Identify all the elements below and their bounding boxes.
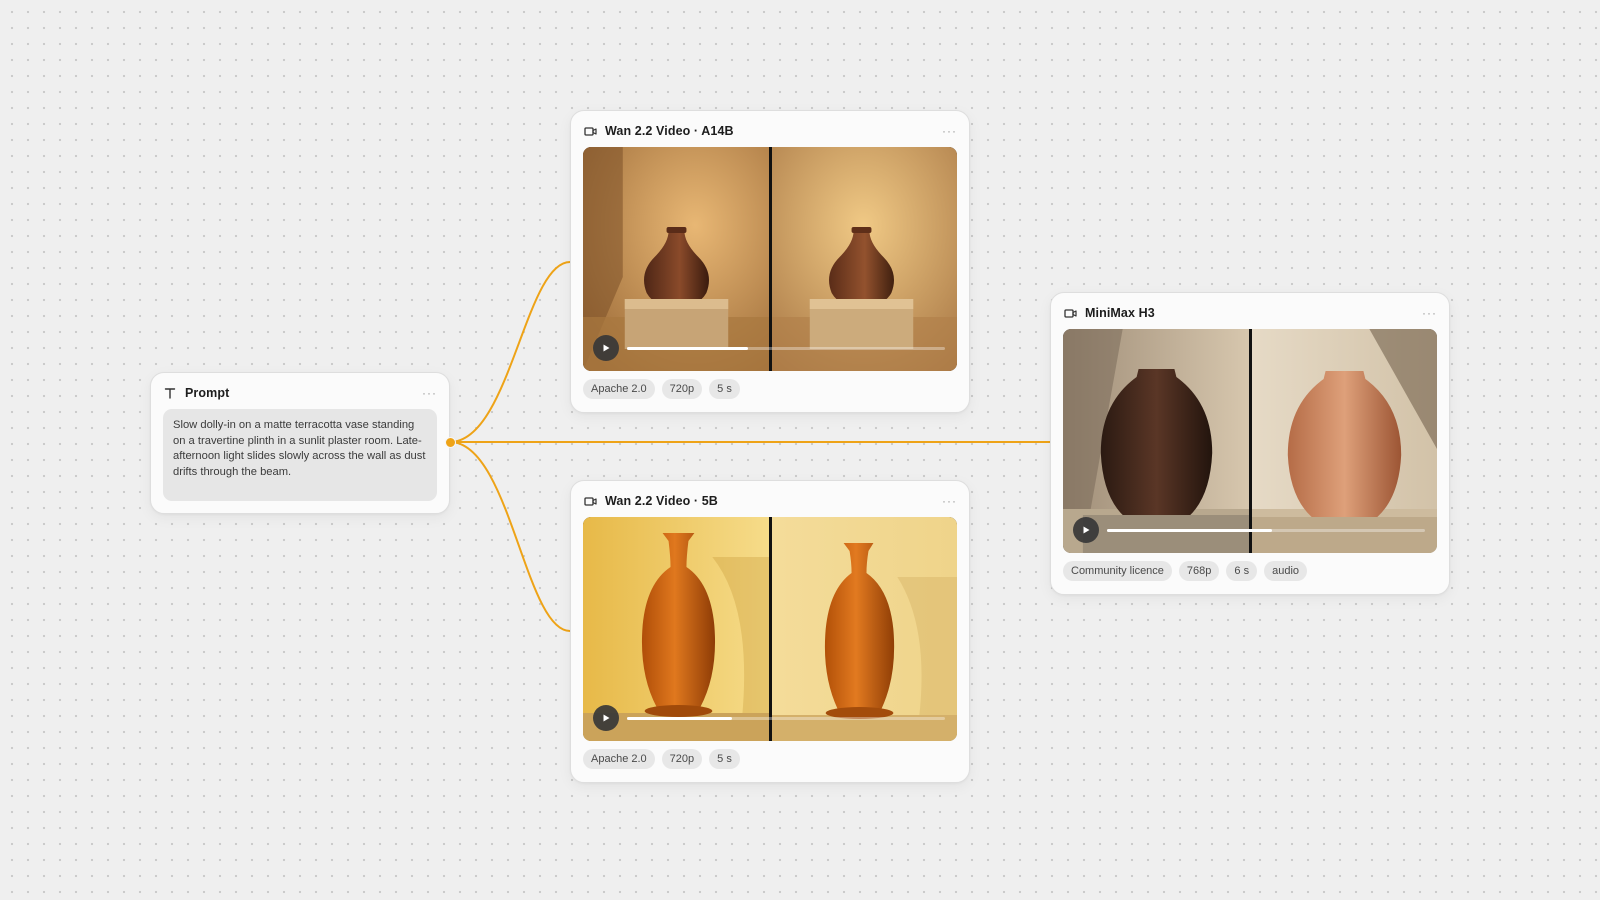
more-options-button[interactable]: ··· bbox=[422, 387, 437, 399]
play-icon bbox=[603, 344, 610, 352]
play-button[interactable] bbox=[593, 335, 619, 361]
video-preview[interactable] bbox=[583, 147, 957, 371]
progress-bar[interactable] bbox=[627, 347, 945, 350]
video-node-a14b[interactable]: Wan 2.2 Video · A14B ··· Apache 2.0 720p… bbox=[570, 110, 970, 413]
video-node-title: Wan 2.2 Video · A14B bbox=[605, 124, 734, 138]
prompt-node-header[interactable]: Prompt ··· bbox=[163, 384, 437, 402]
audio-tag: audio bbox=[1264, 561, 1308, 581]
comparison-divider[interactable] bbox=[768, 517, 772, 741]
more-options-button[interactable]: ··· bbox=[1422, 307, 1437, 319]
duration-tag: 5 s bbox=[709, 379, 740, 399]
edge-prompt-to-5b bbox=[449, 441, 571, 632]
video-camera-icon bbox=[583, 124, 597, 138]
play-button[interactable] bbox=[593, 705, 619, 731]
duration-tag: 5 s bbox=[709, 749, 740, 769]
model-tags: Apache 2.0 720p 5 s bbox=[583, 379, 740, 399]
video-node-header[interactable]: Wan 2.2 Video · 5B ··· bbox=[583, 492, 957, 510]
video-node-header[interactable]: Wan 2.2 Video · A14B ··· bbox=[583, 122, 957, 140]
video-frame-right bbox=[1250, 329, 1437, 553]
resolution-tag: 720p bbox=[661, 749, 703, 769]
play-button[interactable] bbox=[1073, 517, 1099, 543]
prompt-text[interactable]: Slow dolly-in on a matte terracotta vase… bbox=[163, 409, 437, 501]
text-type-icon bbox=[163, 386, 177, 400]
video-camera-icon bbox=[583, 494, 597, 508]
video-node-minimax[interactable]: MiniMax H3 ··· Community licence 768p 6 … bbox=[1050, 292, 1450, 595]
video-node-header[interactable]: MiniMax H3 ··· bbox=[1063, 304, 1437, 322]
more-options-button[interactable]: ··· bbox=[942, 125, 957, 137]
license-tag: Community licence bbox=[1063, 561, 1172, 581]
model-tags: Apache 2.0 720p 5 s bbox=[583, 749, 740, 769]
model-tags: Community licence 768p 6 s audio bbox=[1063, 561, 1308, 581]
prompt-output-port[interactable] bbox=[445, 437, 456, 448]
progress-fill bbox=[627, 717, 732, 720]
progress-bar[interactable] bbox=[627, 717, 945, 720]
progress-fill bbox=[627, 347, 748, 350]
comparison-divider[interactable] bbox=[1248, 329, 1252, 553]
resolution-tag: 768p bbox=[1178, 561, 1220, 581]
comparison-divider[interactable] bbox=[768, 147, 772, 371]
video-node-5b[interactable]: Wan 2.2 Video · 5B ··· Apache 2.0 720p 5… bbox=[570, 480, 970, 783]
duration-tag: 6 s bbox=[1226, 561, 1258, 581]
edge-prompt-to-a14b bbox=[449, 261, 571, 443]
more-options-button[interactable]: ··· bbox=[942, 495, 957, 507]
video-camera-icon bbox=[1063, 306, 1077, 320]
video-preview[interactable] bbox=[583, 517, 957, 741]
play-icon bbox=[1083, 526, 1090, 534]
video-frame-right bbox=[770, 517, 957, 741]
license-tag: Apache 2.0 bbox=[583, 749, 655, 769]
video-frame-right bbox=[770, 147, 957, 371]
progress-bar[interactable] bbox=[1107, 529, 1425, 532]
prompt-node[interactable]: Prompt ··· Slow dolly-in on a matte terr… bbox=[150, 372, 450, 514]
license-tag: Apache 2.0 bbox=[583, 379, 655, 399]
video-preview[interactable] bbox=[1063, 329, 1437, 553]
video-node-title: MiniMax H3 bbox=[1085, 306, 1155, 320]
play-icon bbox=[603, 714, 610, 722]
video-node-title: Wan 2.2 Video · 5B bbox=[605, 494, 718, 508]
prompt-node-title: Prompt bbox=[185, 386, 230, 400]
resolution-tag: 720p bbox=[661, 379, 703, 399]
progress-fill bbox=[1107, 529, 1273, 532]
